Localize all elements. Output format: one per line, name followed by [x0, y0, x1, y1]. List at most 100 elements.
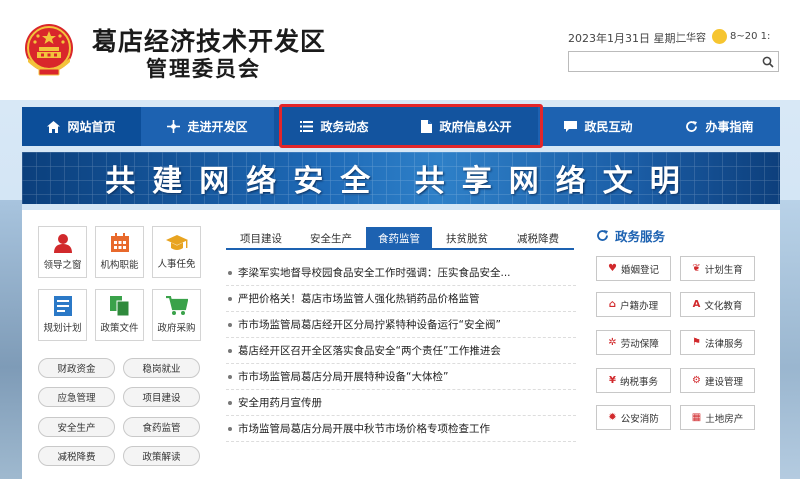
service-label: 公安消防: [620, 413, 659, 425]
service-labor[interactable]: ✲ 劳动保障: [596, 330, 671, 355]
service-fire-police[interactable]: ✹ 公安消防: [596, 405, 671, 430]
tab-poverty[interactable]: 扶贫脱贫: [432, 227, 502, 249]
bullet-icon: [228, 270, 232, 275]
topic-tax-cut[interactable]: 减税降费: [38, 446, 115, 466]
highlight-box: [279, 104, 543, 148]
tab-projects[interactable]: 项目建设: [226, 227, 296, 249]
service-label: 劳动保障: [620, 338, 659, 350]
bullet-icon: [228, 426, 232, 431]
refresh-icon: [686, 121, 698, 132]
national-emblem-icon[interactable]: [22, 22, 76, 78]
banner-slogan: 共建网络安全 共享网络文明: [105, 164, 697, 199]
chat-icon: [564, 120, 578, 132]
letter-a-icon: A: [692, 299, 701, 310]
service-land-property[interactable]: ▦ 土地房产: [680, 405, 755, 430]
search-input[interactable]: [568, 51, 779, 72]
calendar-icon: [110, 233, 129, 252]
quick-link-functions[interactable]: 机构职能: [95, 226, 144, 278]
topic-safety[interactable]: 安全生产: [38, 417, 115, 437]
service-legal[interactable]: ⚑ 法律服务: [680, 330, 755, 355]
tab-underline: [226, 248, 574, 250]
tab-safety[interactable]: 安全生产: [296, 227, 366, 249]
quick-link-policy-files[interactable]: 政策文件: [95, 289, 144, 341]
service-label: 建设管理: [704, 376, 743, 388]
topic-employment[interactable]: 稳岗就业: [123, 358, 200, 378]
service-education[interactable]: A 文化教育: [680, 292, 755, 317]
topic-food-drug[interactable]: 食药监管: [123, 417, 200, 437]
news-title[interactable]: 市场监管局葛店分局开展中秋节市场价格专项检查工作: [238, 421, 490, 436]
service-marriage[interactable]: ♥ 婚姻登记: [596, 256, 671, 281]
bullet-icon: [228, 322, 232, 327]
flag-icon: ⚑: [692, 337, 701, 348]
news-item[interactable]: 市场监管局葛店分局开展中秋节市场价格专项检查工作: [226, 416, 576, 442]
nav-interaction[interactable]: 政民互动: [538, 107, 659, 146]
quick-link-label: 领导之窗: [43, 260, 82, 271]
news-title[interactable]: 市市场监管局葛店分局开展特种设备“大体检”: [238, 369, 448, 384]
news-item[interactable]: 严把价格关！葛店市场监管人强化热销药品价格监管: [226, 286, 576, 312]
building-icon: ▦: [691, 412, 702, 423]
topic-emergency[interactable]: 应急管理: [38, 387, 115, 407]
quick-link-plans[interactable]: 规划计划: [38, 289, 87, 341]
news-title[interactable]: 严把价格关！葛店市场监管人强化热销药品价格监管: [238, 291, 480, 306]
files-icon: [109, 296, 129, 316]
header-separator: |: [676, 30, 680, 43]
news-list: 李梁军实地督导校园食品安全工作时强调：压实食品安全... 严把价格关！葛店市场监…: [226, 260, 576, 442]
service-label: 纳税事务: [619, 376, 658, 388]
news-item[interactable]: 市市场监管局葛店分局开展特种设备“大体检”: [226, 364, 576, 390]
main-content: 领导之窗 机构职能 人事任免 规划计划 政策文件 政府采购 财政资金 稳岗就业 …: [22, 210, 780, 479]
heart-icon: ♥: [608, 263, 617, 274]
service-household[interactable]: ⌂ 户籍办理: [596, 292, 671, 317]
left-background-photo: [0, 200, 22, 479]
tab-tax-cut[interactable]: 减税降费: [502, 227, 574, 249]
service-family-planning[interactable]: ❦ 计划生育: [680, 256, 755, 281]
nav-label: 网站首页: [67, 120, 116, 134]
search-icon[interactable]: [760, 54, 776, 69]
news-item[interactable]: 葛店经开区召开全区落实食品安全“两个责任”工作推进会: [226, 338, 576, 364]
quick-link-label: 政策文件: [100, 323, 139, 334]
tab-food-drug[interactable]: 食药监管: [366, 227, 432, 249]
service-label: 法律服务: [704, 338, 743, 350]
settings-icon: ⚙: [692, 375, 701, 386]
weather-temp: 8~20 1:: [730, 31, 771, 42]
news-item[interactable]: 市市场监管局葛店经开区分局拧紧特种设备运行“安全阀”: [226, 312, 576, 338]
cart-icon: [165, 296, 188, 315]
service-label: 户籍办理: [620, 300, 659, 312]
site-subtitle: 管理委员会: [146, 56, 261, 81]
service-label: 计划生育: [704, 264, 743, 276]
leaf-icon: ❦: [692, 263, 701, 274]
quick-link-leaders[interactable]: 领导之窗: [38, 226, 87, 278]
nav-home[interactable]: 网站首页: [22, 107, 141, 146]
bullet-icon: [228, 296, 232, 301]
nav-about[interactable]: 走进开发区: [141, 107, 274, 146]
weather-place: 华容: [686, 33, 706, 44]
news-title[interactable]: 李梁军实地督导校园食品安全工作时强调：压实食品安全...: [238, 265, 511, 280]
quick-link-appointments[interactable]: 人事任免: [152, 226, 201, 278]
services-title: 政务服务: [615, 229, 666, 244]
quick-link-label: 人事任免: [157, 259, 196, 270]
service-label: 土地房产: [705, 413, 744, 425]
sun-icon: [712, 29, 727, 44]
nav-label: 政民互动: [584, 120, 633, 134]
news-title[interactable]: 安全用药月宣传册: [238, 395, 322, 410]
house-icon: ⌂: [608, 299, 617, 310]
service-label: 婚姻登记: [620, 264, 659, 276]
quick-link-label: 规划计划: [43, 323, 82, 334]
bullet-icon: [228, 374, 232, 379]
current-date: 2023年1月31日 星期二: [568, 32, 687, 45]
quick-link-label: 机构职能: [100, 260, 139, 271]
news-title[interactable]: 葛店经开区召开全区落实食品安全“两个责任”工作推进会: [238, 343, 501, 358]
site-header: 葛店经济技术开发区 管理委员会 2023年1月31日 星期二 | 华容 8~20…: [0, 0, 800, 100]
news-item[interactable]: 安全用药月宣传册: [226, 390, 576, 416]
news-title[interactable]: 市市场监管局葛店经开区分局拧紧特种设备运行“安全阀”: [238, 317, 501, 332]
topic-projects[interactable]: 项目建设: [123, 387, 200, 407]
service-tax[interactable]: ¥ 纳税事务: [596, 368, 671, 393]
quick-link-procurement[interactable]: 政府采购: [152, 289, 201, 341]
weather-widget: 华容 8~20 1:: [686, 29, 770, 44]
fire-icon: ✹: [608, 412, 617, 423]
topic-finance[interactable]: 财政资金: [38, 358, 115, 378]
nav-service-guide[interactable]: 办事指南: [659, 107, 780, 146]
news-item[interactable]: 李梁军实地督导校园食品安全工作时强调：压实食品安全...: [226, 260, 576, 286]
bullet-icon: [228, 400, 232, 405]
service-construction[interactable]: ⚙ 建设管理: [680, 368, 755, 393]
topic-policy-reading[interactable]: 政策解读: [123, 446, 200, 466]
